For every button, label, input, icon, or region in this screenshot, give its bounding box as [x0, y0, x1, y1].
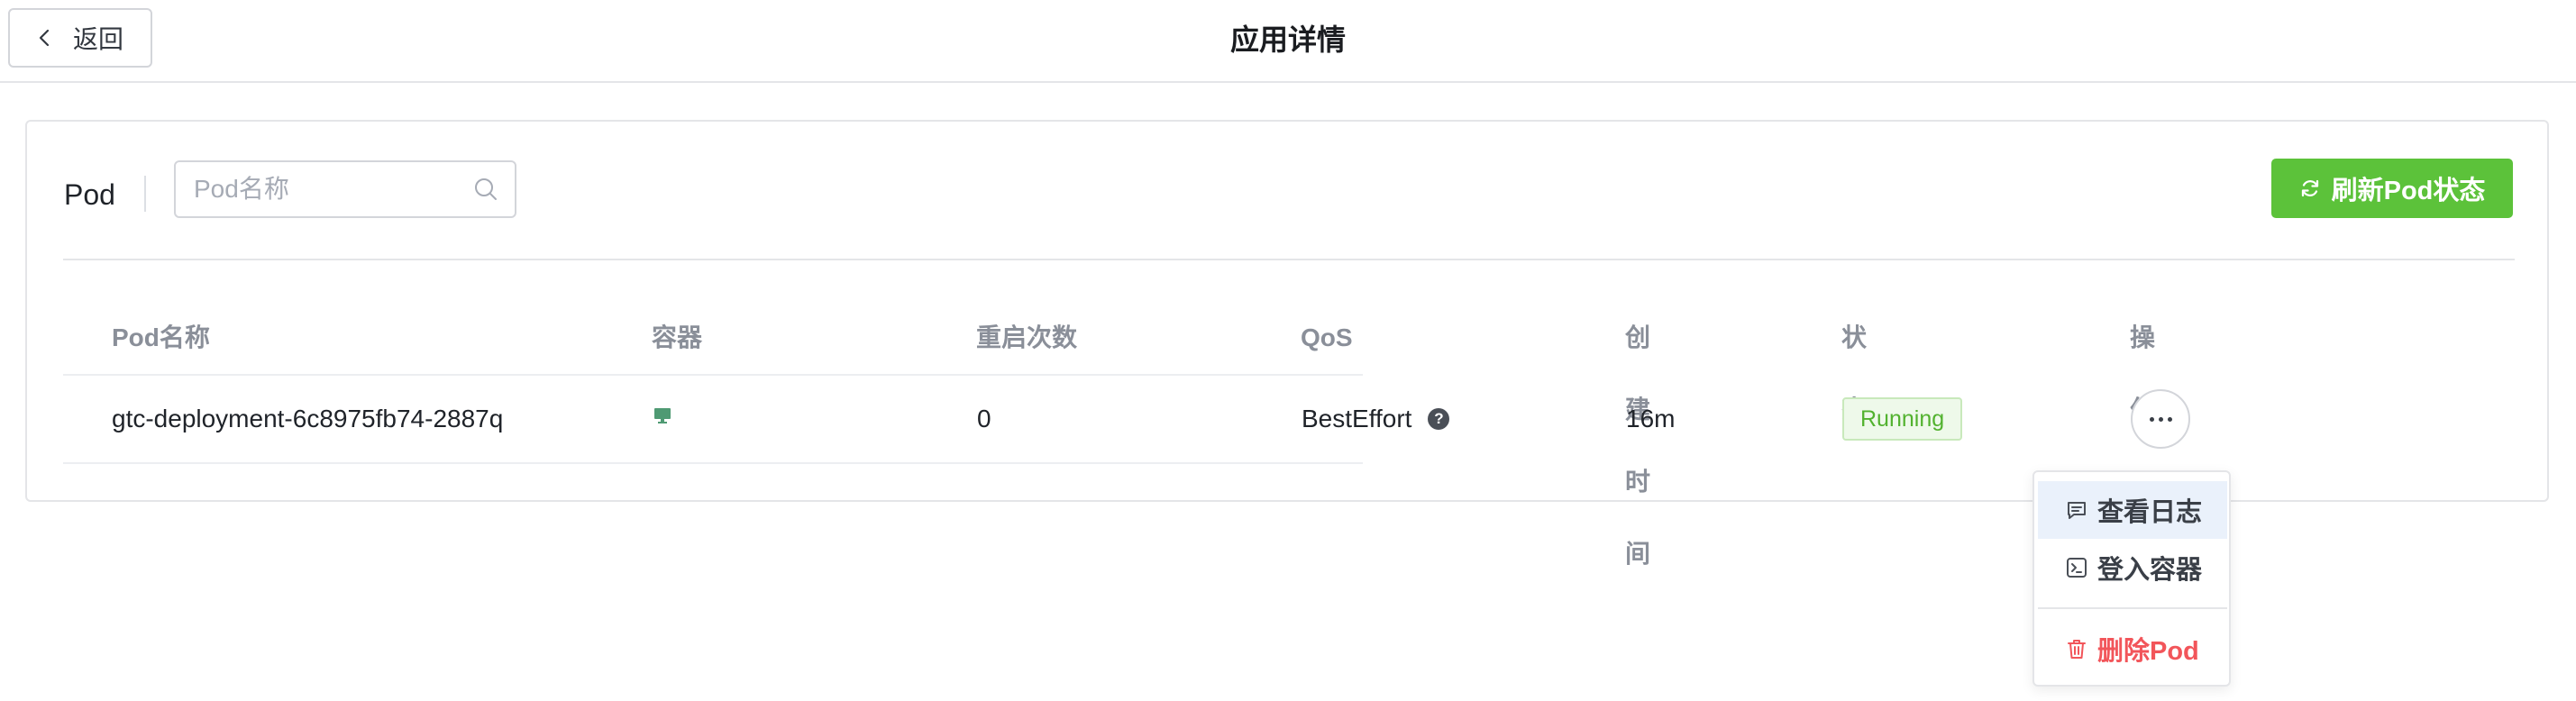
- chevron-left-icon: [39, 29, 50, 47]
- pod-card: Pod 刷新Pod状态 Pod名称 容器 重启次数 QoS 创建时间 状态 操作…: [25, 120, 2549, 568]
- page-title: 应用详情: [1229, 23, 1346, 56]
- monitor-icon[interactable]: [653, 406, 671, 424]
- column-header-qos: QoS: [1301, 323, 1353, 351]
- refresh-icon: [2301, 179, 2318, 197]
- column-header-actions: 操作: [2130, 323, 2156, 423]
- divider: [63, 259, 2515, 260]
- table-header: Pod名称 容器 重启次数 QoS 创建时间 状态 操作: [63, 302, 2155, 568]
- pod-table: Pod名称 容器 重启次数 QoS 创建时间 状态 操作 gtc-deploym…: [63, 302, 2190, 568]
- refresh-button-label: 刷新Pod状态: [2331, 177, 2486, 205]
- back-button-label: 返回: [73, 25, 124, 53]
- menu-divider: [2038, 607, 2227, 609]
- qos-cell: BestEffort ?: [1302, 376, 1450, 462]
- menu-item-login-container[interactable]: 登入容器: [2038, 539, 2227, 596]
- menu-item-label: 删除Pod: [2097, 637, 2199, 666]
- divider: [144, 176, 146, 212]
- actions-dropdown: 查看日志 登入容器 删除Pod: [2032, 470, 2231, 687]
- created-cell: 16m: [1626, 405, 1676, 432]
- column-header-container: 容器: [652, 323, 703, 351]
- column-header-pod-name: Pod名称: [112, 323, 210, 351]
- menu-item-label: 登入容器: [2097, 556, 2203, 585]
- restarts-cell: 0: [977, 405, 991, 432]
- search-input[interactable]: [194, 162, 464, 216]
- terminal-icon: [2067, 558, 2087, 578]
- status-cell: Running: [1842, 376, 1963, 462]
- more-actions-button[interactable]: [2131, 389, 2190, 449]
- menu-item-view-logs[interactable]: 查看日志: [2038, 481, 2227, 539]
- column-header-status: 状态: [1841, 323, 1868, 423]
- menu-item-label: 查看日志: [2097, 498, 2203, 527]
- column-header-created: 创建时间: [1625, 323, 1651, 568]
- refresh-pod-status-button[interactable]: 刷新Pod状态: [2271, 159, 2513, 218]
- search-box: [174, 160, 516, 218]
- section-title: Pod: [64, 178, 115, 211]
- table-row: gtc-deployment-6c8975fb74-2887q 0 BestEf…: [63, 376, 2190, 464]
- help-icon[interactable]: ?: [1428, 408, 1450, 430]
- column-header-restarts: 重启次数: [976, 323, 1078, 351]
- menu-item-delete-pod[interactable]: 删除Pod: [2038, 620, 2227, 678]
- container-cell: [653, 376, 671, 462]
- pod-name-cell: gtc-deployment-6c8975fb74-2887q: [112, 405, 504, 432]
- status-badge: Running: [1842, 397, 1963, 441]
- search-icon[interactable]: [473, 177, 498, 202]
- trash-icon: [2068, 640, 2086, 659]
- top-bar: 应用详情 返回: [0, 0, 2576, 83]
- more-icon: [2149, 416, 2154, 422]
- actions-cell: [2131, 376, 2190, 462]
- qos-value: BestEffort: [1302, 405, 1412, 432]
- message-square-icon: [2068, 502, 2086, 519]
- back-button[interactable]: 返回: [8, 8, 152, 68]
